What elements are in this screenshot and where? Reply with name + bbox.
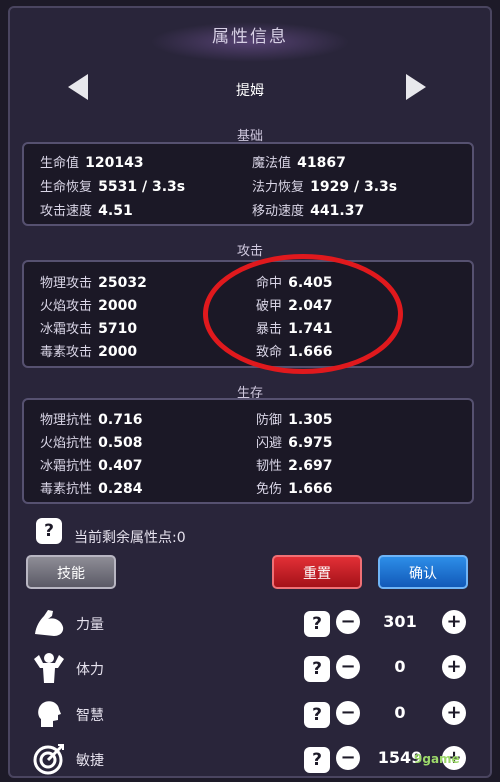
attribute-value: 0 — [394, 657, 406, 676]
stat-hp-regen: 生命恢复 5531 / 3.3s — [40, 176, 185, 195]
stat-attack-speed: 攻击速度 4.51 — [40, 200, 133, 219]
decrease-strength-button[interactable]: − — [336, 610, 360, 634]
stat-value: 441.37 — [310, 203, 365, 219]
stat-value: 1929 / 3.3s — [310, 179, 398, 195]
stat-poison-attack: 毒素攻击 2000 — [40, 341, 137, 360]
increase-stamina-button[interactable]: + — [442, 655, 466, 679]
base-stats-panel: 生命值 120143 魔法值 41867 生命恢复 5531 / 3.3s 法力… — [22, 142, 474, 226]
stat-value: 0.284 — [98, 481, 143, 497]
stat-label: 防御 — [256, 413, 283, 428]
remaining-points-text: 当前剩余属性点:0 — [74, 530, 186, 546]
head-icon — [38, 701, 61, 727]
stat-label: 物理攻击 — [40, 276, 93, 291]
stat-value: 1.666 — [288, 481, 333, 497]
stat-label: 火焰攻击 — [40, 299, 93, 314]
increase-strength-button[interactable]: + — [442, 610, 466, 634]
stat-label: 韧性 — [256, 459, 283, 474]
stat-value: 5710 — [98, 321, 138, 337]
survival-stats-panel: 物理抗性 0.716 防御 1.305 火焰抗性 0.508 闪避 6.975 … — [22, 398, 474, 504]
stat-label: 生命恢复 — [40, 180, 93, 195]
stat-value: 120143 — [85, 155, 144, 171]
attribute-name: 力量 — [76, 617, 104, 633]
stat-label: 物理抗性 — [40, 413, 93, 428]
stat-value: 4.51 — [98, 203, 133, 219]
attribute-name: 体力 — [76, 662, 104, 678]
stat-value: 2000 — [98, 298, 138, 314]
stat-value: 1.305 — [288, 412, 333, 428]
stat-label: 冰霜抗性 — [40, 459, 93, 474]
stat-value: 41867 — [297, 155, 346, 171]
help-icon[interactable]: ? — [304, 611, 330, 637]
stat-defense: 防御 1.305 — [256, 409, 332, 428]
stat-label: 冰霜攻击 — [40, 322, 93, 337]
attribute-value: 301 — [383, 612, 417, 631]
highlight-circle-annotation — [203, 254, 403, 374]
stat-value: 2.697 — [288, 458, 333, 474]
stat-poison-resist: 毒素抗性 0.284 — [40, 478, 142, 497]
stat-physical-resist: 物理抗性 0.716 — [40, 409, 142, 428]
stat-mp-regen: 法力恢复 1929 / 3.3s — [252, 176, 397, 195]
stat-label: 免伤 — [256, 482, 283, 497]
page-title: 属性信息 — [212, 27, 288, 47]
help-icon[interactable]: ? — [36, 518, 62, 544]
stat-value: 2000 — [98, 344, 138, 360]
stat-frost-attack: 冰霜攻击 5710 — [40, 318, 137, 337]
attribute-row-strength: 力量 ? − 301 + — [0, 604, 500, 644]
stat-frost-resist: 冰霜抗性 0.407 — [40, 455, 142, 474]
next-hero-arrow-icon[interactable] — [406, 74, 426, 100]
stat-fire-attack: 火焰攻击 2000 — [40, 295, 137, 314]
stat-value: 25032 — [98, 275, 147, 291]
stat-label: 攻击速度 — [40, 204, 93, 219]
watermark: 9game — [414, 752, 460, 766]
confirm-button[interactable]: 确认 — [378, 555, 468, 589]
attribute-name: 敏捷 — [76, 753, 104, 769]
attribute-row-wisdom: 智慧 ? − 0 + — [0, 695, 500, 735]
stat-move-speed: 移动速度 441.37 — [252, 200, 364, 219]
reset-button[interactable]: 重置 — [272, 555, 362, 589]
stat-label: 闪避 — [256, 436, 283, 451]
stat-fire-resist: 火焰抗性 0.508 — [40, 432, 142, 451]
attribute-value: 0 — [394, 703, 406, 722]
stat-label: 魔法值 — [252, 156, 292, 171]
section-label-attack: 攻击 — [236, 244, 263, 259]
stat-label: 毒素攻击 — [40, 345, 93, 360]
stat-value: 5531 / 3.3s — [98, 179, 186, 195]
help-icon[interactable]: ? — [304, 702, 330, 728]
decrease-agility-button[interactable]: − — [336, 746, 360, 770]
stat-label: 火焰抗性 — [40, 436, 93, 451]
skill-button[interactable]: 技能 — [26, 555, 116, 589]
stat-label: 生命值 — [40, 156, 80, 171]
stat-dodge: 闪避 6.975 — [256, 432, 332, 451]
stat-label: 移动速度 — [252, 204, 305, 219]
attribute-name: 智慧 — [76, 708, 104, 724]
decrease-stamina-button[interactable]: − — [336, 655, 360, 679]
target-icon — [33, 744, 64, 775]
stat-label: 毒素抗性 — [40, 482, 93, 497]
stat-damage-reduction: 免伤 1.666 — [256, 478, 332, 497]
stat-physical-attack: 物理攻击 25032 — [40, 272, 147, 291]
increase-wisdom-button[interactable]: + — [442, 701, 466, 725]
arm-muscle-icon — [35, 610, 64, 636]
stat-mp: 魔法值 41867 — [252, 152, 346, 171]
help-icon[interactable]: ? — [304, 747, 330, 773]
decrease-wisdom-button[interactable]: − — [336, 701, 360, 725]
bodybuilder-icon — [34, 653, 64, 683]
stat-label: 法力恢复 — [252, 180, 305, 195]
help-icon[interactable]: ? — [304, 656, 330, 682]
stat-value: 0.716 — [98, 412, 143, 428]
stat-toughness: 韧性 2.697 — [256, 455, 332, 474]
stat-value: 6.975 — [288, 435, 333, 451]
stat-value: 0.508 — [98, 435, 143, 451]
attribute-row-stamina: 体力 ? − 0 + — [0, 649, 500, 689]
stat-hp: 生命值 120143 — [40, 152, 144, 171]
stat-value: 0.407 — [98, 458, 143, 474]
